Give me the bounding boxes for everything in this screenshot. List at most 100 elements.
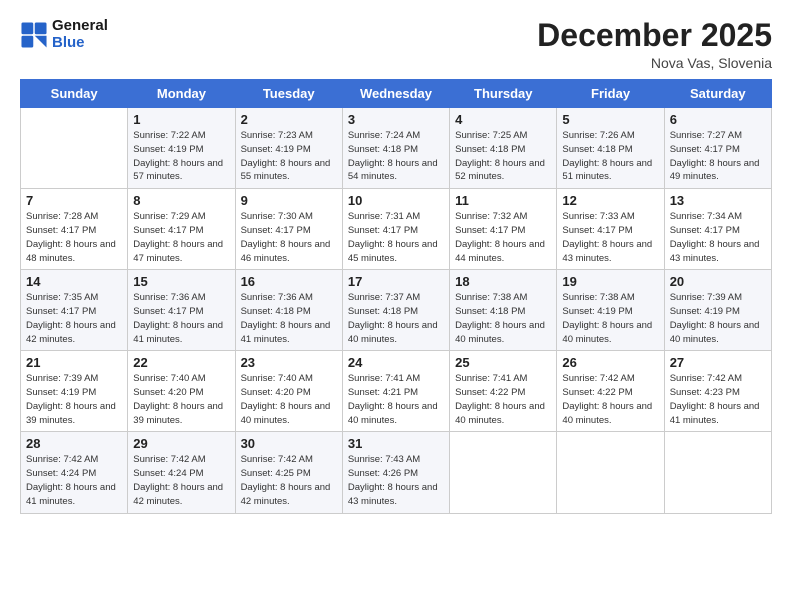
day-detail: Sunrise: 7:33 AM Sunset: 4:17 PM Dayligh… [562, 210, 658, 265]
day-number: 6 [670, 112, 766, 127]
calendar-cell: 12 Sunrise: 7:33 AM Sunset: 4:17 PM Dayli… [557, 189, 664, 270]
calendar-cell: 29Sunrise: 7:42 AM Sunset: 4:24 PM Dayli… [128, 432, 235, 513]
calendar-cell: 30Sunrise: 7:42 AM Sunset: 4:25 PM Dayli… [235, 432, 342, 513]
calendar-cell: 2 Sunrise: 7:23 AM Sunset: 4:19 PM Daylig… [235, 108, 342, 189]
week-row-2: 14Sunrise: 7:35 AM Sunset: 4:17 PM Dayli… [21, 270, 772, 351]
calendar-cell: 16 Sunrise: 7:36 AM Sunset: 4:18 PM Dayli… [235, 270, 342, 351]
weekday-header-sunday: Sunday [21, 80, 128, 108]
day-detail: Sunrise: 7:36 AM Sunset: 4:18 PM Dayligh… [241, 291, 337, 346]
calendar-cell: 13 Sunrise: 7:34 AM Sunset: 4:17 PM Dayli… [664, 189, 771, 270]
calendar-cell: 23 Sunrise: 7:40 AM Sunset: 4:20 PM Dayli… [235, 351, 342, 432]
day-number: 13 [670, 193, 766, 208]
calendar-cell: 20 Sunrise: 7:39 AM Sunset: 4:19 PM Dayli… [664, 270, 771, 351]
calendar-cell [21, 108, 128, 189]
day-detail: Sunrise: 7:28 AM Sunset: 4:17 PM Dayligh… [26, 210, 122, 265]
day-detail: Sunrise: 7:27 AM Sunset: 4:17 PM Dayligh… [670, 129, 766, 184]
weekday-header-thursday: Thursday [450, 80, 557, 108]
calendar-cell: 9 Sunrise: 7:30 AM Sunset: 4:17 PM Daylig… [235, 189, 342, 270]
day-detail: Sunrise: 7:39 AM Sunset: 4:19 PM Dayligh… [670, 291, 766, 346]
logo-general: General [52, 18, 108, 35]
calendar-cell: 7 Sunrise: 7:28 AM Sunset: 4:17 PM Daylig… [21, 189, 128, 270]
calendar-cell: 24Sunrise: 7:41 AM Sunset: 4:21 PM Dayli… [342, 351, 449, 432]
calendar-cell: 6 Sunrise: 7:27 AM Sunset: 4:17 PM Daylig… [664, 108, 771, 189]
day-detail: Sunrise: 7:24 AM Sunset: 4:18 PM Dayligh… [348, 129, 444, 184]
calendar-cell: 18 Sunrise: 7:38 AM Sunset: 4:18 PM Dayli… [450, 270, 557, 351]
week-row-0: 1 Sunrise: 7:22 AM Sunset: 4:19 PM Daylig… [21, 108, 772, 189]
day-detail: Sunrise: 7:31 AM Sunset: 4:17 PM Dayligh… [348, 210, 444, 265]
day-number: 23 [241, 355, 337, 370]
weekday-header-monday: Monday [128, 80, 235, 108]
calendar-cell: 4 Sunrise: 7:25 AM Sunset: 4:18 PM Daylig… [450, 108, 557, 189]
calendar-cell: 11Sunrise: 7:32 AM Sunset: 4:17 PM Dayli… [450, 189, 557, 270]
day-number: 16 [241, 274, 337, 289]
weekday-header-wednesday: Wednesday [342, 80, 449, 108]
day-detail: Sunrise: 7:34 AM Sunset: 4:17 PM Dayligh… [670, 210, 766, 265]
day-detail: Sunrise: 7:32 AM Sunset: 4:17 PM Dayligh… [455, 210, 551, 265]
calendar-cell: 21 Sunrise: 7:39 AM Sunset: 4:19 PM Dayli… [21, 351, 128, 432]
day-detail: Sunrise: 7:43 AM Sunset: 4:26 PM Dayligh… [348, 453, 444, 508]
day-detail: Sunrise: 7:22 AM Sunset: 4:19 PM Dayligh… [133, 129, 229, 184]
day-number: 29 [133, 436, 229, 451]
day-number: 8 [133, 193, 229, 208]
day-detail: Sunrise: 7:41 AM Sunset: 4:22 PM Dayligh… [455, 372, 551, 427]
day-detail: Sunrise: 7:41 AM Sunset: 4:21 PM Dayligh… [348, 372, 444, 427]
day-detail: Sunrise: 7:25 AM Sunset: 4:18 PM Dayligh… [455, 129, 551, 184]
day-number: 22 [133, 355, 229, 370]
week-row-4: 28Sunrise: 7:42 AM Sunset: 4:24 PM Dayli… [21, 432, 772, 513]
week-row-3: 21 Sunrise: 7:39 AM Sunset: 4:19 PM Dayli… [21, 351, 772, 432]
location: Nova Vas, Slovenia [537, 55, 772, 71]
day-number: 3 [348, 112, 444, 127]
calendar-cell: 28Sunrise: 7:42 AM Sunset: 4:24 PM Dayli… [21, 432, 128, 513]
weekday-header-row: SundayMondayTuesdayWednesdayThursdayFrid… [21, 80, 772, 108]
calendar-table: SundayMondayTuesdayWednesdayThursdayFrid… [20, 79, 772, 513]
week-row-1: 7 Sunrise: 7:28 AM Sunset: 4:17 PM Daylig… [21, 189, 772, 270]
calendar-cell [450, 432, 557, 513]
day-detail: Sunrise: 7:37 AM Sunset: 4:18 PM Dayligh… [348, 291, 444, 346]
day-number: 5 [562, 112, 658, 127]
calendar-cell: 31Sunrise: 7:43 AM Sunset: 4:26 PM Dayli… [342, 432, 449, 513]
day-number: 21 [26, 355, 122, 370]
calendar-cell: 8Sunrise: 7:29 AM Sunset: 4:17 PM Daylig… [128, 189, 235, 270]
calendar-cell: 27Sunrise: 7:42 AM Sunset: 4:23 PM Dayli… [664, 351, 771, 432]
day-number: 25 [455, 355, 551, 370]
day-number: 2 [241, 112, 337, 127]
day-detail: Sunrise: 7:40 AM Sunset: 4:20 PM Dayligh… [133, 372, 229, 427]
logo-text: General Blue [52, 18, 108, 51]
day-detail: Sunrise: 7:30 AM Sunset: 4:17 PM Dayligh… [241, 210, 337, 265]
day-detail: Sunrise: 7:42 AM Sunset: 4:23 PM Dayligh… [670, 372, 766, 427]
day-detail: Sunrise: 7:42 AM Sunset: 4:22 PM Dayligh… [562, 372, 658, 427]
day-detail: Sunrise: 7:38 AM Sunset: 4:18 PM Dayligh… [455, 291, 551, 346]
weekday-header-saturday: Saturday [664, 80, 771, 108]
day-detail: Sunrise: 7:36 AM Sunset: 4:17 PM Dayligh… [133, 291, 229, 346]
day-number: 20 [670, 274, 766, 289]
day-number: 18 [455, 274, 551, 289]
title-area: December 2025 Nova Vas, Slovenia [537, 18, 772, 71]
day-number: 1 [133, 112, 229, 127]
weekday-header-friday: Friday [557, 80, 664, 108]
calendar-cell: 3 Sunrise: 7:24 AM Sunset: 4:18 PM Daylig… [342, 108, 449, 189]
day-detail: Sunrise: 7:39 AM Sunset: 4:19 PM Dayligh… [26, 372, 122, 427]
calendar-cell: 5Sunrise: 7:26 AM Sunset: 4:18 PM Daylig… [557, 108, 664, 189]
calendar-cell: 14Sunrise: 7:35 AM Sunset: 4:17 PM Dayli… [21, 270, 128, 351]
day-number: 15 [133, 274, 229, 289]
day-number: 17 [348, 274, 444, 289]
day-number: 4 [455, 112, 551, 127]
day-number: 7 [26, 193, 122, 208]
logo: General Blue [20, 18, 108, 51]
day-number: 30 [241, 436, 337, 451]
calendar-cell: 26Sunrise: 7:42 AM Sunset: 4:22 PM Dayli… [557, 351, 664, 432]
calendar-cell [664, 432, 771, 513]
calendar-cell: 22 Sunrise: 7:40 AM Sunset: 4:20 PM Dayli… [128, 351, 235, 432]
day-number: 12 [562, 193, 658, 208]
day-detail: Sunrise: 7:40 AM Sunset: 4:20 PM Dayligh… [241, 372, 337, 427]
calendar-cell: 1 Sunrise: 7:22 AM Sunset: 4:19 PM Daylig… [128, 108, 235, 189]
day-number: 28 [26, 436, 122, 451]
month-title: December 2025 [537, 18, 772, 53]
day-number: 9 [241, 193, 337, 208]
day-number: 14 [26, 274, 122, 289]
calendar-cell [557, 432, 664, 513]
day-detail: Sunrise: 7:23 AM Sunset: 4:19 PM Dayligh… [241, 129, 337, 184]
logo-icon [20, 21, 48, 49]
header: General Blue December 2025 Nova Vas, Slo… [20, 18, 772, 71]
weekday-header-tuesday: Tuesday [235, 80, 342, 108]
